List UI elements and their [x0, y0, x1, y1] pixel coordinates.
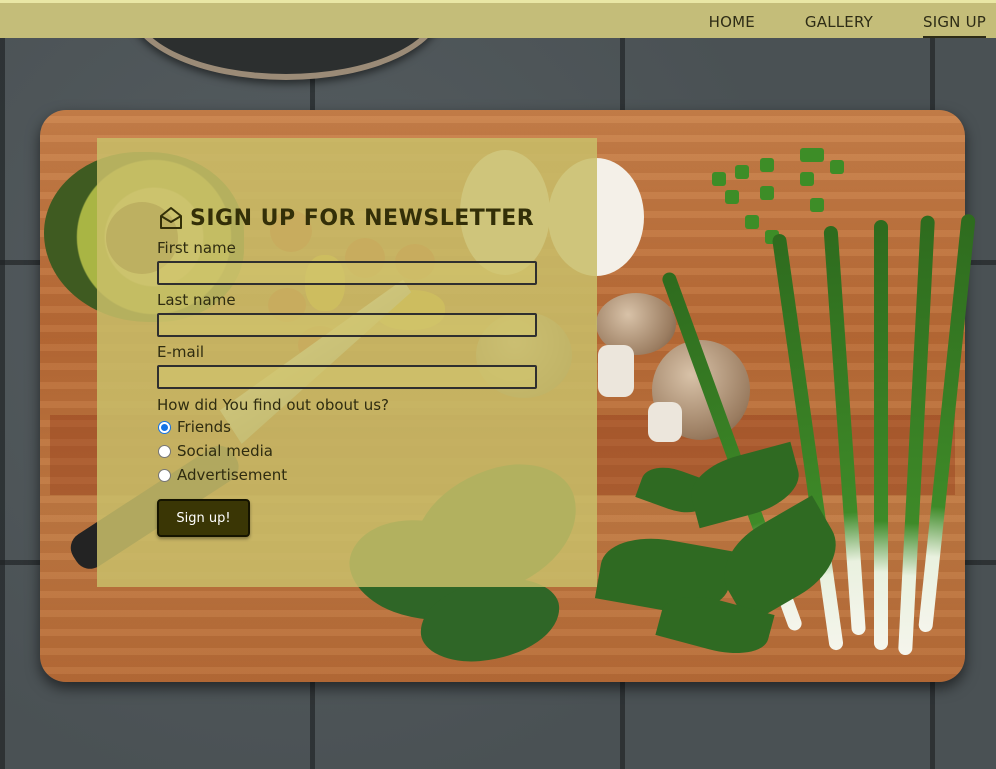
top-nav-bar: HOME GALLERY SIGN UP — [0, 0, 996, 38]
email-label: E-mail — [157, 343, 205, 361]
radio-option-friends[interactable]: Friends — [157, 415, 577, 439]
newsletter-panel: SIGN UP FOR NEWSLETTER First name Last n… — [97, 138, 597, 587]
source-question: How did You find out obout us? — [157, 396, 389, 414]
main-nav: HOME GALLERY SIGN UP — [659, 3, 986, 38]
nav-gallery-link[interactable]: GALLERY — [805, 11, 873, 31]
radio-label: Friends — [177, 418, 231, 436]
radio-button[interactable] — [158, 468, 171, 482]
radio-label: Advertisement — [177, 466, 288, 484]
envelope-open-icon — [158, 205, 184, 231]
signup-submit-button[interactable]: Sign up! — [157, 499, 250, 537]
radio-option-social-media[interactable]: Social media — [157, 439, 577, 463]
last-name-field[interactable] — [157, 313, 537, 337]
radio-label: Social media — [177, 442, 273, 460]
radio-button-checked[interactable] — [158, 420, 171, 434]
first-name-field[interactable] — [157, 261, 537, 285]
newsletter-form: SIGN UP FOR NEWSLETTER First name Last n… — [157, 203, 577, 537]
newsletter-title: SIGN UP FOR NEWSLETTER — [158, 203, 577, 233]
radio-option-advertisement[interactable]: Advertisement — [157, 463, 577, 487]
nav-signup-link[interactable]: SIGN UP — [923, 11, 986, 38]
radio-button[interactable] — [158, 444, 171, 458]
last-name-label: Last name — [157, 291, 236, 309]
nav-home-link[interactable]: HOME — [709, 11, 755, 31]
email-field[interactable] — [157, 365, 537, 389]
scallion — [874, 220, 888, 650]
newsletter-title-text: SIGN UP FOR NEWSLETTER — [190, 205, 535, 231]
first-name-label: First name — [157, 239, 236, 257]
